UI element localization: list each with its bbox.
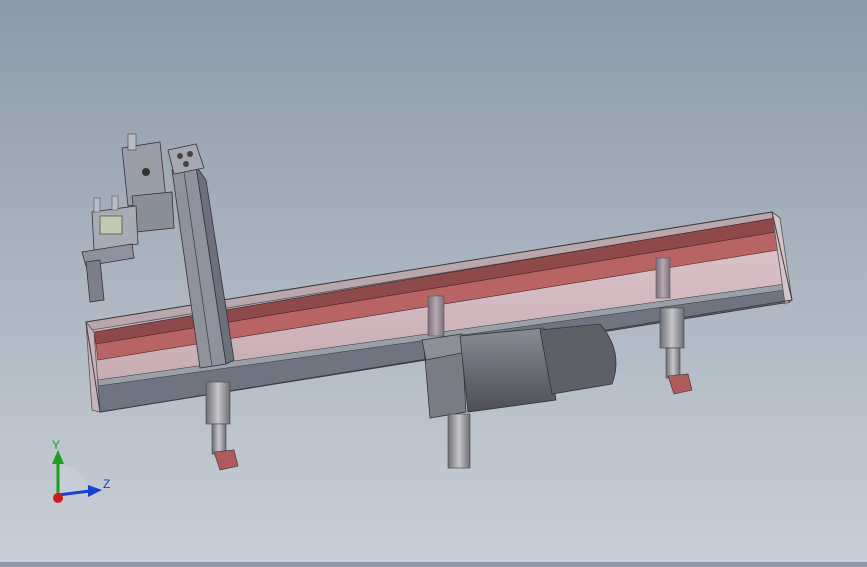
x-axis-dot	[53, 493, 63, 503]
cad-viewport[interactable]: Y Z	[0, 0, 867, 562]
axis-triad: Y Z	[52, 440, 110, 503]
gripper-finger	[85, 259, 105, 303]
motor-shaft	[447, 413, 471, 469]
leg-right[interactable]	[659, 307, 693, 395]
drive-motor[interactable]	[421, 323, 617, 469]
motor-end-cap	[539, 323, 617, 395]
gripper-top-pin	[127, 133, 137, 151]
post-center	[427, 295, 445, 337]
foot-right	[667, 373, 693, 395]
gripper-head[interactable]	[81, 133, 175, 303]
z-axis-arrow-icon	[88, 485, 102, 497]
gripper-sensor	[99, 215, 123, 235]
post-right	[655, 257, 671, 299]
y-axis-label: Y	[52, 440, 60, 452]
leg-left[interactable]	[205, 381, 239, 471]
y-axis-arrow-icon	[52, 450, 64, 464]
foot-left	[213, 449, 239, 471]
z-axis-label: Z	[103, 477, 110, 491]
cad-model-view[interactable]	[0, 0, 867, 562]
gripper-slide	[131, 191, 175, 233]
